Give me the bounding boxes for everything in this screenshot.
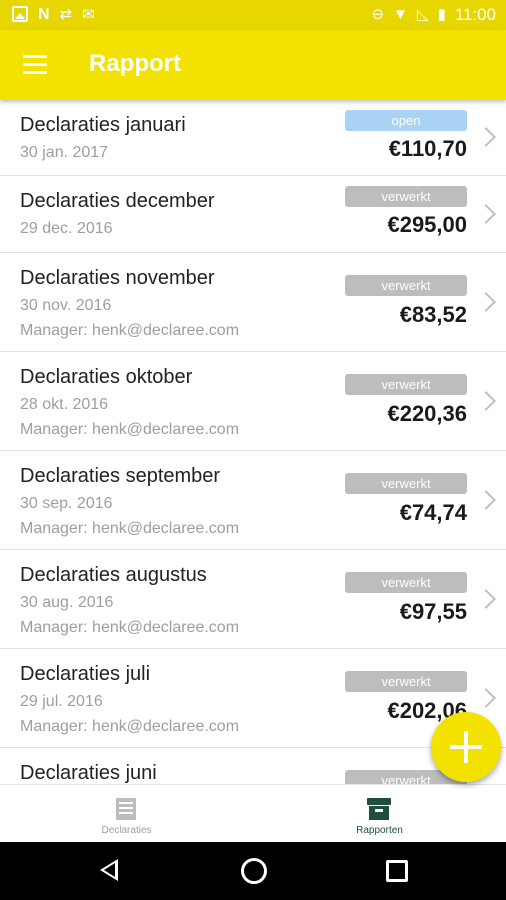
tab-label: Rapporten: [356, 825, 403, 836]
report-date: 28 okt. 2016: [20, 396, 109, 413]
report-title: Declaraties december: [20, 190, 215, 212]
usb-icon: ⇄: [59, 6, 73, 23]
tab-label: Declaraties: [101, 825, 152, 836]
status-badge: verwerkt: [345, 275, 467, 296]
report-amount: €295,00: [387, 212, 467, 237]
report-title: Declaraties juni: [20, 762, 157, 784]
report-row[interactable]: Declaraties juli 29 jul. 2016 Manager: h…: [0, 649, 506, 748]
add-report-button[interactable]: [431, 712, 501, 782]
battery-icon: ▮: [437, 6, 446, 23]
chevron-right-icon: [476, 391, 496, 411]
report-amount: €220,36: [387, 401, 467, 426]
mail-icon: ✉: [82, 6, 95, 23]
dnd-icon: ⊖: [371, 6, 385, 23]
report-manager: Manager: henk@declaree.com: [20, 520, 240, 537]
menu-icon[interactable]: [23, 55, 47, 75]
report-row[interactable]: Declaraties september 30 sep. 2016 Manag…: [0, 451, 506, 550]
chevron-right-icon: [476, 688, 496, 708]
chevron-right-icon: [476, 292, 496, 312]
tab-rapporten[interactable]: Rapporten: [253, 785, 506, 842]
home-icon[interactable]: [241, 858, 267, 884]
report-title: Declaraties oktober: [20, 366, 193, 388]
report-row[interactable]: Declaraties augustus 30 aug. 2016 Manage…: [0, 550, 506, 649]
report-manager: Manager: henk@declaree.com: [20, 322, 240, 339]
status-badge: open: [345, 110, 467, 131]
no-signal-icon: ◺: [416, 6, 429, 23]
report-list: Declaraties januari 30 jan. 2017 open €1…: [0, 100, 506, 808]
report-title: Declaraties augustus: [20, 564, 207, 586]
bottom-tab-bar: Declaraties Rapporten: [0, 784, 506, 842]
report-row[interactable]: Declaraties december 29 dec. 2016 verwer…: [0, 176, 506, 253]
chevron-right-icon: [476, 490, 496, 510]
status-badge: verwerkt: [345, 671, 467, 692]
status-badge: verwerkt: [345, 374, 467, 395]
image-icon: [12, 6, 28, 22]
chevron-right-icon: [476, 204, 496, 224]
report-row[interactable]: Declaraties januari 30 jan. 2017 open €1…: [0, 100, 506, 176]
status-badge: verwerkt: [345, 473, 467, 494]
report-title: Declaraties juli: [20, 663, 151, 685]
n-icon: N: [38, 6, 50, 23]
recent-apps-icon[interactable]: [386, 860, 408, 882]
page-title: Rapport: [89, 50, 181, 77]
report-date: 30 jan. 2017: [20, 144, 109, 161]
report-date: 30 aug. 2016: [20, 594, 114, 611]
report-manager: Manager: henk@declaree.com: [20, 619, 240, 636]
report-date: 30 sep. 2016: [20, 495, 113, 512]
report-title: Declaraties januari: [20, 114, 186, 136]
report-title: Declaraties november: [20, 267, 215, 289]
status-badge: verwerkt: [345, 186, 467, 207]
report-date: 30 nov. 2016: [20, 297, 112, 314]
report-amount: €83,52: [399, 302, 467, 327]
system-nav-bar: [0, 841, 506, 900]
status-badge: verwerkt: [345, 572, 467, 593]
report-date: 29 jul. 2016: [20, 693, 103, 710]
back-icon[interactable]: [100, 859, 118, 881]
report-amount: €74,74: [399, 500, 467, 525]
archive-box-icon: [367, 798, 391, 820]
status-time: 11:00: [454, 5, 496, 24]
report-title: Declaraties september: [20, 465, 221, 487]
chevron-right-icon: [476, 589, 496, 609]
report-row[interactable]: Declaraties november 30 nov. 2016 Manage…: [0, 253, 506, 352]
report-row[interactable]: Declaraties oktober 28 okt. 2016 Manager…: [0, 352, 506, 451]
tab-declaraties[interactable]: Declaraties: [0, 785, 253, 842]
chevron-right-icon: [476, 127, 496, 147]
report-manager: Manager: henk@declaree.com: [20, 421, 240, 438]
report-amount: €110,70: [388, 136, 467, 161]
document-icon: [116, 798, 136, 820]
report-amount: €97,55: [399, 599, 467, 624]
status-bar: N ⇄ ✉ ⊖ ▼ ◺ ▮ 11:00: [0, 0, 506, 30]
report-date: 29 dec. 2016: [20, 220, 113, 237]
report-manager: Manager: henk@declaree.com: [20, 718, 240, 735]
app-bar: Rapport: [0, 30, 506, 100]
wifi-icon: ▼: [393, 6, 408, 23]
